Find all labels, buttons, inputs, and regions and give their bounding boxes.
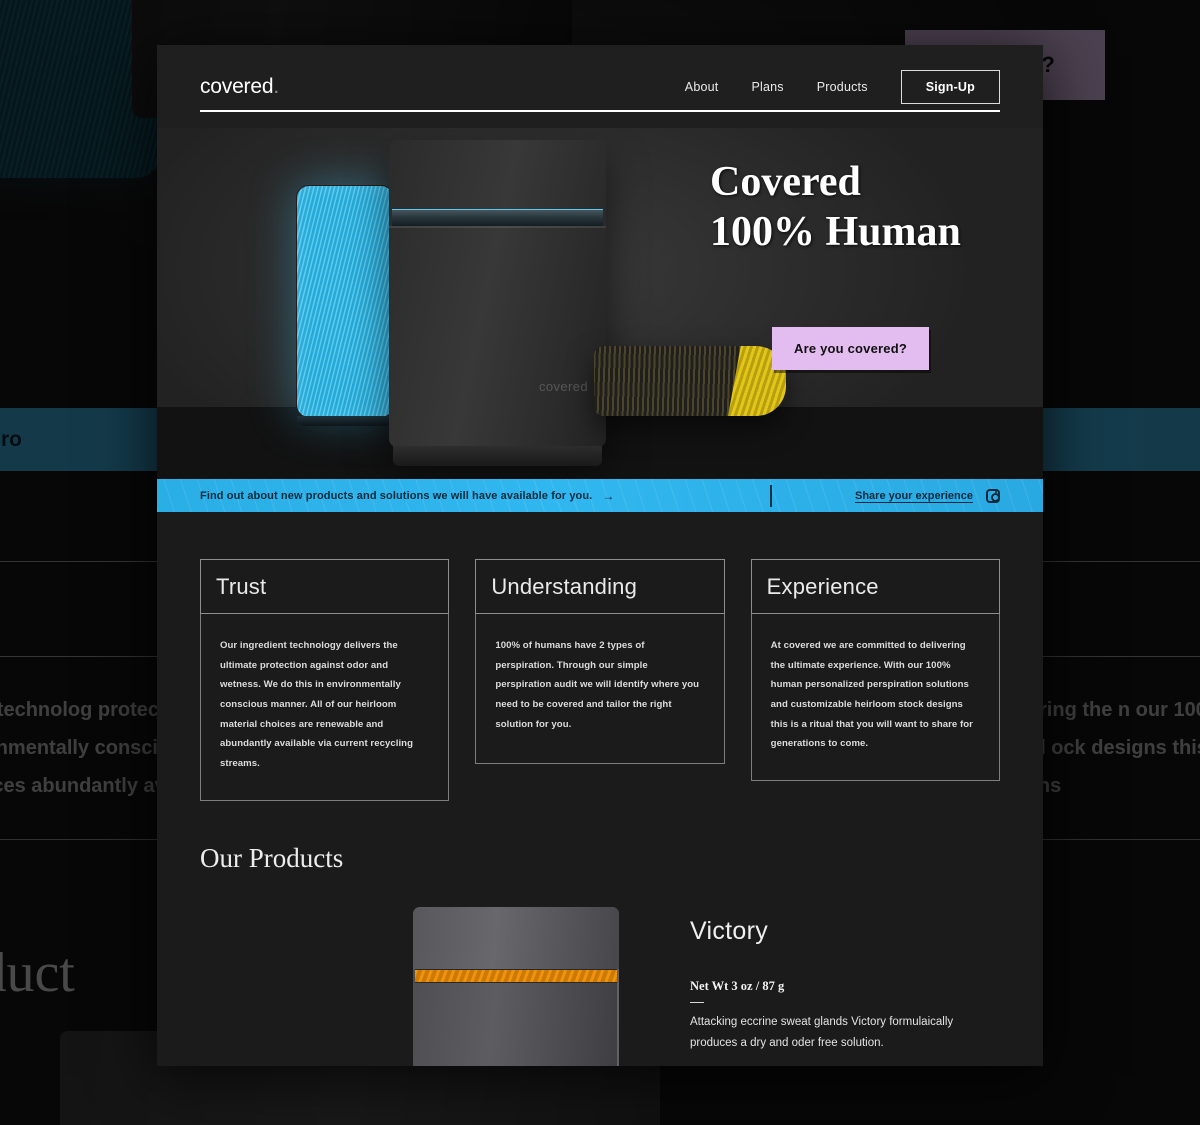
feature-card-experience: Experience At covered we are committed t… bbox=[750, 559, 1000, 801]
feature-card-body: Our ingredient technology delivers the u… bbox=[200, 614, 450, 801]
product-box-standing bbox=[413, 906, 619, 1066]
product-description: Attacking eccrine sweat glands Victory f… bbox=[690, 1016, 954, 1050]
background-products-heading: ur Product bbox=[0, 942, 75, 1004]
feature-cards: Trust Our ingredient technology delivers… bbox=[157, 512, 1043, 801]
product-box-cap bbox=[413, 906, 619, 969]
product-net-weight: Net Wt 3 oz / 87 g bbox=[690, 978, 785, 993]
announcement-text: Find out about new products and solution… bbox=[200, 489, 593, 502]
feature-card-body: 100% of humans have 2 types of perspirat… bbox=[475, 614, 725, 764]
feature-card-header: Trust bbox=[200, 559, 450, 614]
sign-up-button[interactable]: Sign-Up bbox=[900, 69, 1000, 104]
feature-card-header: Understanding bbox=[475, 559, 725, 614]
header-divider bbox=[200, 110, 1000, 112]
feature-card-trust: Trust Our ingredient technology delivers… bbox=[200, 559, 450, 801]
background-band-text: out about new pro bbox=[0, 427, 22, 451]
hero-title-line2: 100% Human bbox=[710, 208, 961, 255]
site-window: covered. About Plans Products Sign-Up co… bbox=[157, 45, 1043, 1066]
feature-card-text: Our ingredient technology delivers the u… bbox=[220, 640, 413, 769]
nav-link-plans[interactable]: Plans bbox=[751, 80, 783, 94]
brand-dot: . bbox=[273, 74, 279, 98]
brand-name: covered bbox=[200, 74, 274, 98]
feature-card-header: Experience bbox=[750, 559, 1000, 614]
hero-product-wordmark: covered bbox=[538, 379, 588, 394]
are-you-covered-button[interactable]: Are you covered? bbox=[772, 327, 930, 371]
products-section: Our Products Victory Net Wt 3 oz / 87 g … bbox=[157, 801, 1043, 1066]
hero-copy: Covered 100% Human Are you covered? bbox=[710, 158, 1010, 371]
product-divider bbox=[690, 1001, 704, 1004]
brand-logo[interactable]: covered. bbox=[200, 75, 279, 99]
hero-product-main: covered bbox=[389, 140, 606, 466]
arrow-right-icon[interactable]: → bbox=[602, 489, 614, 503]
feature-card-understanding: Understanding 100% of humans have 2 type… bbox=[475, 559, 725, 801]
product-name: Victory bbox=[690, 916, 769, 945]
main-nav: About Plans Products Sign-Up bbox=[685, 69, 1000, 104]
hero-product-glass-band bbox=[392, 209, 603, 226]
product-row: Victory Net Wt 3 oz / 87 g Attacking ecc… bbox=[200, 899, 1000, 1066]
feature-card-title: Trust bbox=[216, 573, 267, 599]
feature-card-text: 100% of humans have 2 types of perspirat… bbox=[495, 640, 700, 730]
band-divider bbox=[770, 484, 772, 507]
product-info: Victory Net Wt 3 oz / 87 g Attacking ecc… bbox=[690, 899, 955, 1066]
product-image-victory bbox=[200, 899, 660, 1066]
instagram-icon[interactable] bbox=[986, 488, 1000, 503]
hero-product-base bbox=[393, 446, 602, 466]
hero-product-cap-line bbox=[389, 226, 606, 228]
feature-card-title: Understanding bbox=[491, 573, 638, 599]
nav-link-about[interactable]: About bbox=[685, 80, 719, 94]
hero-title: Covered 100% Human bbox=[710, 158, 1010, 257]
feature-card-title: Experience bbox=[766, 573, 879, 599]
product-box-orange-band bbox=[415, 968, 617, 983]
nav-link-products[interactable]: Products bbox=[817, 80, 868, 94]
hero-section: covered Covered 100% Human Are you cover… bbox=[157, 128, 1043, 479]
hero-title-line1: Covered bbox=[710, 159, 861, 205]
site-header: covered. About Plans Products Sign-Up bbox=[157, 45, 1043, 128]
products-heading: Our Products bbox=[200, 842, 344, 873]
hero-product-teal bbox=[296, 185, 394, 426]
share-experience-link[interactable]: Share your experience bbox=[855, 490, 973, 502]
feature-card-text: At covered we are committed to deliverin… bbox=[770, 640, 973, 750]
announcement-band: Find out about new products and solution… bbox=[157, 479, 1043, 512]
feature-card-body: At covered we are committed to deliverin… bbox=[750, 614, 1000, 781]
announcement-right-group: Share your experience bbox=[770, 484, 1000, 507]
